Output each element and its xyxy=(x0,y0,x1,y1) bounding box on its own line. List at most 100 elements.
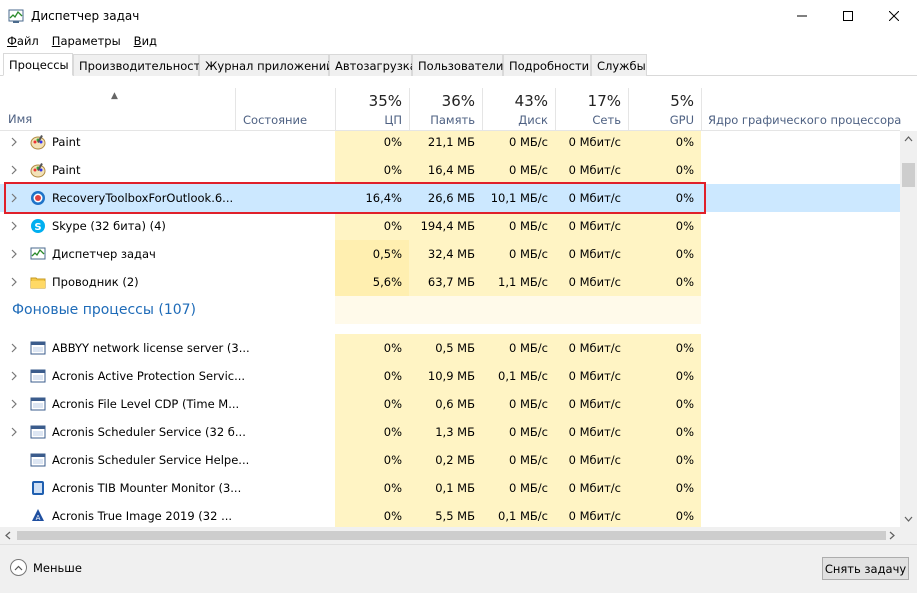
table-row[interactable]: Paint 0% 16,4 МБ 0 МБ/с 0 Мбит/с 0% xyxy=(0,156,900,184)
cell-cpu: 0% xyxy=(335,446,409,474)
end-task-button[interactable]: Снять задачу xyxy=(822,557,909,580)
menu-view[interactable]: Вид xyxy=(134,34,157,48)
table-row[interactable]: S Skype (32 бита) (4) 0% 194,4 МБ 0 МБ/с 0 Мб… xyxy=(0,212,900,240)
process-name: Acronis TIB Mounter Monitor (3... xyxy=(52,481,242,495)
menu-options[interactable]: Параметры xyxy=(52,34,121,48)
tab-startup[interactable]: Автозагрузка xyxy=(329,54,417,76)
cell-net: 0 Мбит/с xyxy=(555,240,628,268)
header-disk[interactable]: 43% Диск xyxy=(482,88,555,131)
tab-users[interactable]: Пользователи xyxy=(412,54,503,76)
header-gpu-engine[interactable]: Ядро графического процессора xyxy=(701,88,901,131)
minimize-button[interactable] xyxy=(779,0,825,31)
highlight-annotation xyxy=(4,182,706,214)
cell-net: 0 Мбит/с xyxy=(555,212,628,240)
table-row[interactable]: Acronis File Level CDP (Time M... 0% 0,6 М… xyxy=(0,390,900,418)
cell-net: 0 Мбит/с xyxy=(555,362,628,390)
chevron-right-icon[interactable] xyxy=(10,268,18,296)
cell-cpu: 0% xyxy=(335,502,409,527)
table-row[interactable]: Paint 0% 21,1 МБ 0 МБ/с 0 Мбит/с 0% xyxy=(0,131,900,156)
table-row[interactable]: Acronis Scheduler Service Helpe... 0% 0,2 … xyxy=(0,446,900,474)
cell-gpu: 0% xyxy=(628,390,701,418)
table-row[interactable]: Диспетчер задач 0,5% 32,4 МБ 0 МБ/с 0 Мбит/с… xyxy=(0,240,900,268)
table-row[interactable]: A Acronis True Image 2019 (32 ... 0% 5,5 МБ… xyxy=(0,502,900,527)
network-total: 17% xyxy=(587,92,621,110)
header-name[interactable]: Имя xyxy=(8,112,32,126)
cell-mem: 32,4 МБ xyxy=(409,240,482,268)
chevron-right-icon[interactable] xyxy=(10,418,18,446)
header-state: Состояние xyxy=(243,113,308,127)
service-icon xyxy=(30,368,46,384)
table-row[interactable]: ABBYY network license server (3... 0% 0,5 … xyxy=(0,334,900,362)
chevron-right-icon[interactable] xyxy=(10,362,18,390)
chevron-right-icon[interactable] xyxy=(10,240,18,268)
table-row[interactable]: Acronis Scheduler Service (32 б... 0% 1,3 … xyxy=(0,418,900,446)
close-button[interactable] xyxy=(871,0,917,31)
footer: Меньше Снять задачу xyxy=(0,544,917,593)
process-name: Skype (32 бита) (4) xyxy=(52,219,166,233)
cell-gpu: 0% xyxy=(628,418,701,446)
cell-cpu: 0% xyxy=(335,390,409,418)
svg-text:A: A xyxy=(36,514,41,522)
tab-details[interactable]: Подробности xyxy=(503,54,591,76)
chevron-right-icon[interactable] xyxy=(10,334,18,362)
minimize-icon xyxy=(797,15,807,16)
chevron-right-icon[interactable] xyxy=(10,131,18,156)
scroll-down-icon xyxy=(904,516,913,522)
header-gpu[interactable]: 5% GPU xyxy=(628,88,701,131)
chevron-right-icon[interactable] xyxy=(10,212,18,240)
cell-cpu: 5,6% xyxy=(335,268,409,296)
horizontal-scroll-thumb[interactable] xyxy=(17,531,886,540)
cell-empty xyxy=(335,296,409,324)
explorer-folder-icon xyxy=(30,274,46,290)
cell-gpu: 0% xyxy=(628,334,701,362)
cell-gpu: 0% xyxy=(628,474,701,502)
chevron-right-icon[interactable] xyxy=(10,390,18,418)
menu-file[interactable]: Файл xyxy=(7,34,39,48)
cell-net: 0 Мбит/с xyxy=(555,502,628,527)
cell-disk: 0 МБ/с xyxy=(482,446,555,474)
chevron-right-icon[interactable] xyxy=(10,156,18,184)
process-name: ABBYY network license server (3... xyxy=(52,341,250,355)
service-icon xyxy=(30,424,46,440)
cell-gpu: 0% xyxy=(628,156,701,184)
process-name: Acronis Active Protection Servic... xyxy=(52,369,246,383)
cell-gpu: 0% xyxy=(628,240,701,268)
cell-empty xyxy=(482,296,555,324)
cell-mem: 0,1 МБ xyxy=(409,474,482,502)
table-row[interactable]: Acronis TIB Mounter Monitor (3... 0% 0,1 М… xyxy=(0,474,900,502)
menu-bar: Файл Параметры Вид xyxy=(0,31,170,51)
cell-net: 0 Мбит/с xyxy=(555,131,628,156)
header-network[interactable]: 17% Сеть xyxy=(555,88,628,131)
header-memory[interactable]: 36% Память xyxy=(409,88,482,131)
disk-total: 43% xyxy=(514,92,548,110)
header-state-col[interactable]: Состояние xyxy=(235,88,335,131)
vertical-scroll-thumb[interactable] xyxy=(902,163,915,187)
group-header-row: Фоновые процессы (107) xyxy=(0,296,900,324)
tab-services[interactable]: Службы xyxy=(591,54,647,76)
process-name: Проводник (2) xyxy=(52,275,139,289)
cell-empty xyxy=(628,296,701,324)
cell-cpu: 0% xyxy=(335,474,409,502)
header-cpu[interactable]: 35% ЦП xyxy=(335,88,409,131)
process-name: Acronis Scheduler Service (32 б... xyxy=(52,425,246,439)
tab-performance[interactable]: Производительность xyxy=(73,54,207,76)
cell-disk: 0 МБ/с xyxy=(482,418,555,446)
gpu-label: GPU xyxy=(669,113,694,127)
skype-icon: S xyxy=(30,218,46,234)
table-row[interactable]: Проводник (2) 5,6% 63,7 МБ 1,1 МБ/с 0 Мбит/с… xyxy=(0,268,900,296)
close-icon xyxy=(889,10,899,21)
cpu-total: 35% xyxy=(368,92,402,110)
fewer-details-button[interactable]: Меньше xyxy=(10,559,82,576)
cell-mem: 21,1 МБ xyxy=(409,131,482,156)
maximize-button[interactable] xyxy=(825,0,871,31)
table-row[interactable]: Acronis Active Protection Servic... 0% 10,… xyxy=(0,362,900,390)
process-name: Paint xyxy=(52,163,81,177)
cell-disk: 1,1 МБ/с xyxy=(482,268,555,296)
cell-disk: 0,1 МБ/с xyxy=(482,362,555,390)
memory-total: 36% xyxy=(441,92,475,110)
tab-app-history[interactable]: Журнал приложений xyxy=(199,54,334,76)
gpu-total: 5% xyxy=(670,92,694,110)
vertical-scrollbar[interactable] xyxy=(900,131,917,527)
cell-net: 0 Мбит/с xyxy=(555,446,628,474)
tab-processes[interactable]: Процессы xyxy=(3,53,73,76)
